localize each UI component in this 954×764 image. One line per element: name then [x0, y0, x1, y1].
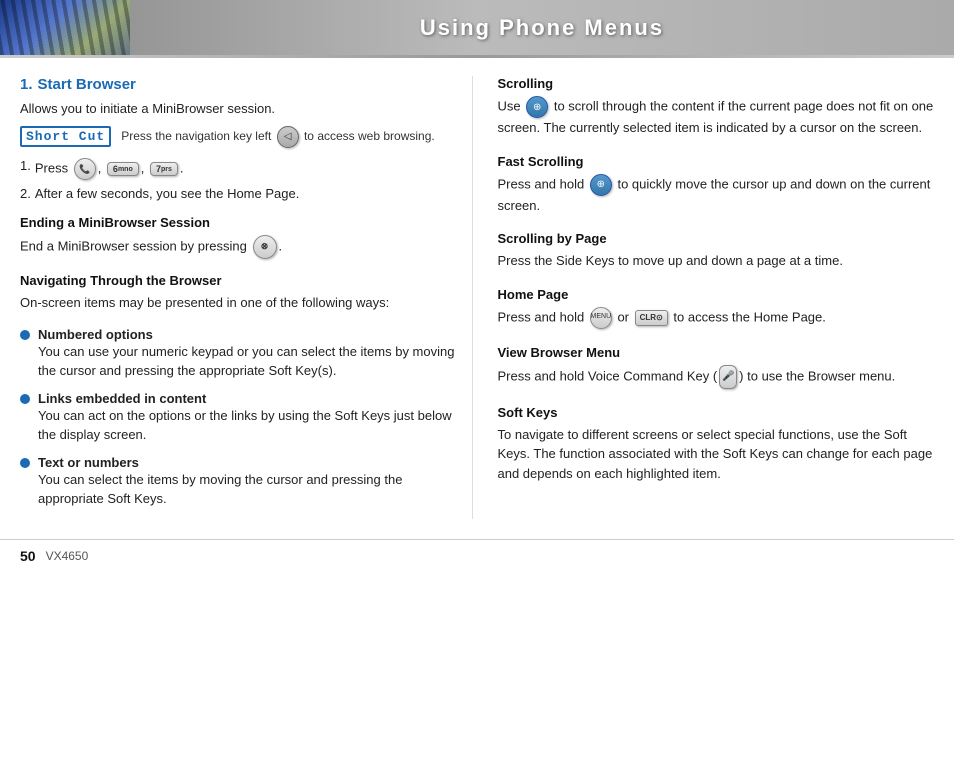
page-number: 50	[20, 548, 36, 564]
browser-menu-section: View Browser Menu Press and hold Voice C…	[498, 345, 935, 389]
navigating-heading: Navigating Through the Browser	[20, 273, 457, 288]
scrolling-section: Scrolling Use ⊕ to scroll through the co…	[498, 76, 935, 138]
clr-key: CLR⊙	[635, 310, 668, 326]
bullet-1-desc: You can use your numeric keypad or you c…	[38, 342, 457, 381]
main-content: 1. Start Browser Allows you to initiate …	[0, 58, 954, 529]
key-phone: 📞	[74, 158, 96, 180]
left-column: 1. Start Browser Allows you to initiate …	[20, 76, 473, 519]
soft-keys-section: Soft Keys To navigate to different scree…	[498, 405, 935, 484]
scrolling-text: Use ⊕ to scroll through the content if t…	[498, 96, 935, 138]
fast-scroll-key: ⊕	[590, 174, 612, 196]
ending-text: End a MiniBrowser session by pressing ⊗.	[20, 235, 457, 259]
steps-list: 1. Press 📞, 6mno, 7prs. 2. After a few s…	[20, 158, 457, 201]
key-7: 7prs	[150, 162, 178, 176]
fast-scrolling-heading: Fast Scrolling	[498, 154, 935, 169]
step-2-text: After a few seconds, you see the Home Pa…	[35, 186, 299, 201]
bullet-numbered: Numbered options You can use your numeri…	[20, 327, 457, 381]
model-number: VX4650	[46, 549, 89, 563]
home-page-text: Press and hold MENU or CLR⊙ to access th…	[498, 307, 935, 329]
scroll-key: ⊕	[526, 96, 548, 118]
shortcut-text: Press the navigation key left ◁ to acces…	[121, 126, 434, 148]
bullet-links: Links embedded in content You can act on…	[20, 391, 457, 445]
home-page-section: Home Page Press and hold MENU or CLR⊙ to…	[498, 287, 935, 329]
bullet-dot-1	[20, 330, 30, 340]
end-key: ⊗	[253, 235, 277, 259]
fast-scrolling-section: Fast Scrolling Press and hold ⊕ to quick…	[498, 154, 935, 216]
page-footer: 50 VX4650	[0, 539, 954, 572]
bullet-list: Numbered options You can use your numeri…	[20, 327, 457, 509]
ending-heading: Ending a MiniBrowser Session	[20, 215, 457, 230]
bullet-3-desc: You can select the items by moving the c…	[38, 470, 457, 509]
navigating-text: On-screen items may be presented in one …	[20, 293, 457, 313]
bullet-dot-3	[20, 458, 30, 468]
browser-menu-heading: View Browser Menu	[498, 345, 935, 360]
scrolling-heading: Scrolling	[498, 76, 935, 91]
bullet-1-title: Numbered options	[38, 327, 457, 342]
bullet-dot-2	[20, 394, 30, 404]
header-image	[0, 0, 130, 55]
shortcut-label: Short Cut	[20, 126, 111, 147]
home-page-heading: Home Page	[498, 287, 935, 302]
voice-key: 🎤	[719, 365, 737, 389]
step-2: 2. After a few seconds, you see the Home…	[20, 186, 457, 201]
section-number: 1.	[20, 76, 33, 93]
soft-keys-heading: Soft Keys	[498, 405, 935, 420]
intro-text: Allows you to initiate a MiniBrowser ses…	[20, 101, 457, 116]
scroll-page-section: Scrolling by Page Press the Side Keys to…	[498, 231, 935, 271]
menu-key: MENU	[590, 307, 612, 329]
right-column: Scrolling Use ⊕ to scroll through the co…	[493, 76, 935, 519]
bullet-3-title: Text or numbers	[38, 455, 457, 470]
page-header: Using Phone Menus	[0, 0, 954, 55]
ending-section: Ending a MiniBrowser Session End a MiniB…	[20, 215, 457, 259]
fast-scrolling-text: Press and hold ⊕ to quickly move the cur…	[498, 174, 935, 216]
section-heading: 1. Start Browser	[20, 76, 457, 93]
bullet-text: Text or numbers You can select the items…	[20, 455, 457, 509]
scroll-page-heading: Scrolling by Page	[498, 231, 935, 246]
step-1: 1. Press 📞, 6mno, 7prs.	[20, 158, 457, 180]
page-title: Using Phone Menus	[130, 15, 954, 41]
scroll-page-text: Press the Side Keys to move up and down …	[498, 251, 935, 271]
section-title: Start Browser	[38, 76, 136, 93]
browser-menu-text: Press and hold Voice Command Key (🎤) to …	[498, 365, 935, 389]
shortcut-row: Short Cut Press the navigation key left …	[20, 126, 457, 148]
soft-keys-text: To navigate to different screens or sele…	[498, 425, 935, 484]
nav-left-key: ◁	[277, 126, 299, 148]
bullet-2-desc: You can act on the options or the links …	[38, 406, 457, 445]
navigating-section: Navigating Through the Browser On-screen…	[20, 273, 457, 313]
key-6: 6mno	[107, 162, 139, 176]
bullet-2-title: Links embedded in content	[38, 391, 457, 406]
